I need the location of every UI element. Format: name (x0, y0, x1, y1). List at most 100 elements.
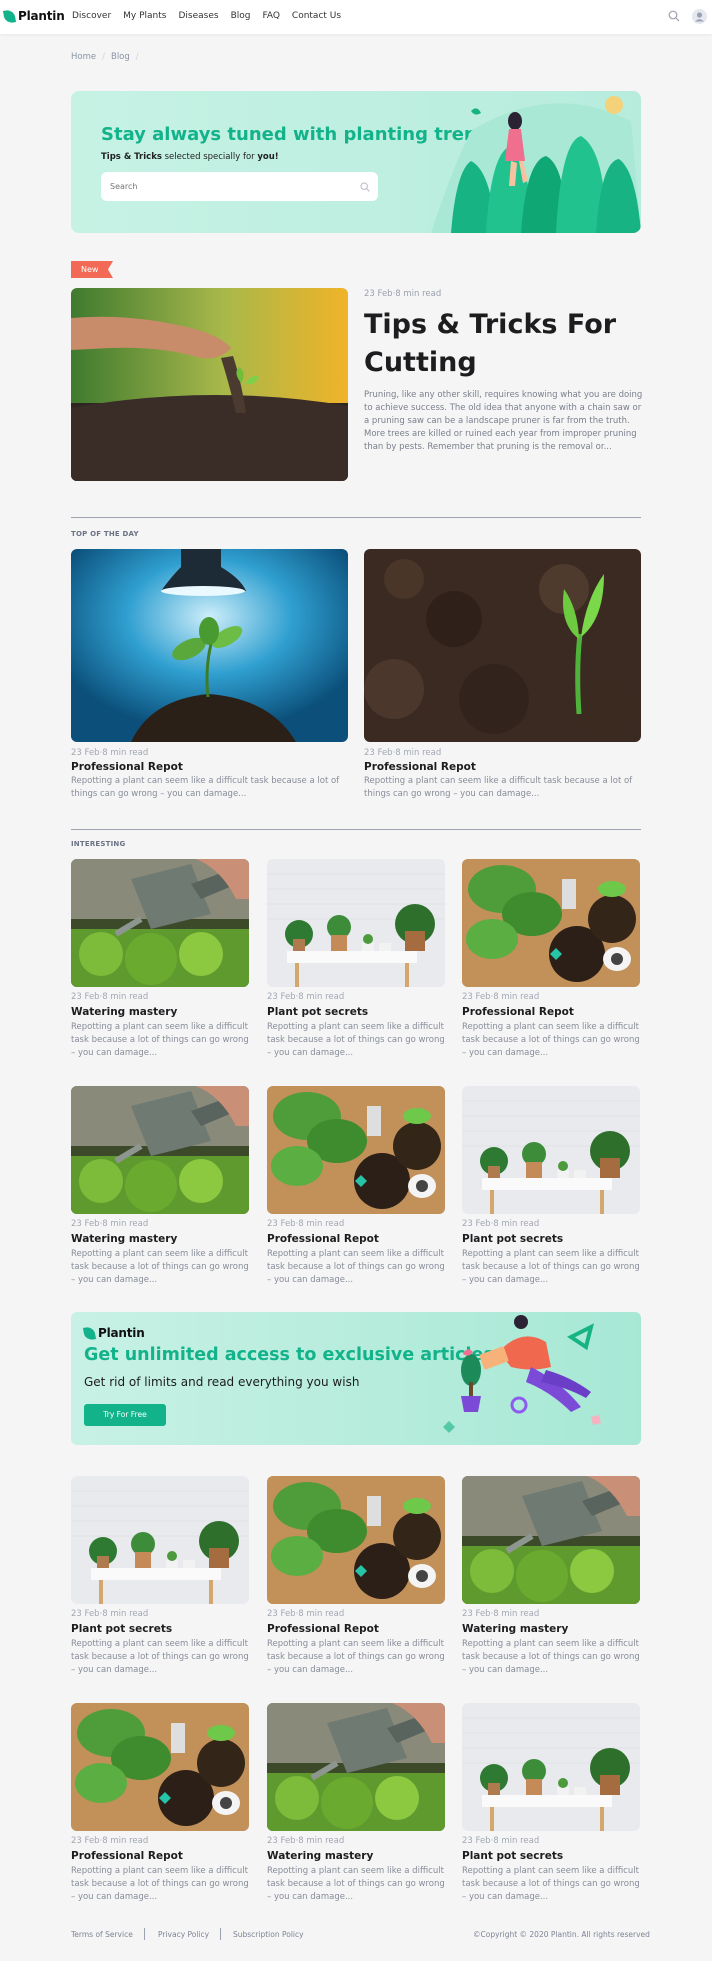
breadcrumb-separator: / (135, 52, 139, 62)
card-image[interactable] (364, 549, 641, 742)
footer-separator (220, 1928, 221, 1940)
nav-links: Discover My Plants Diseases Blog FAQ Con… (72, 11, 341, 21)
promo-logo-text: Plantin (98, 1326, 145, 1340)
card-meta: 23 Feb·8 min read (71, 992, 149, 1002)
card-excerpt: Repotting a plant can seem like a diffic… (71, 1866, 249, 1902)
user-avatar-icon[interactable] (692, 9, 707, 24)
promo-title: Get unlimited access to exclusive articl… (84, 1345, 494, 1365)
section-label-interesting: INTERESTING (71, 840, 126, 848)
card-excerpt: Repotting a plant can seem like a diffic… (364, 776, 633, 799)
nav-link-diseases[interactable]: Diseases (178, 11, 218, 21)
card-title[interactable]: Professional Repot (462, 1006, 642, 1018)
card-title[interactable]: Watering mastery (267, 1850, 447, 1862)
try-for-free-button[interactable]: Try For Free (84, 1404, 166, 1426)
card-excerpt: Repotting a plant can seem like a diffic… (267, 1866, 445, 1902)
card-title[interactable]: Plant pot secrets (462, 1233, 642, 1245)
card-image[interactable] (267, 1476, 445, 1604)
nav-link-faq[interactable]: FAQ (262, 11, 279, 21)
nav-link-discover[interactable]: Discover (72, 11, 111, 21)
featured-image[interactable] (71, 288, 348, 481)
card-title[interactable]: Professional Repot (71, 761, 183, 773)
hero-illustration (431, 96, 641, 233)
card-title[interactable]: Plant pot secrets (267, 1006, 447, 1018)
footer-separator (144, 1928, 145, 1940)
card-excerpt: Repotting a plant can seem like a diffic… (71, 1639, 249, 1675)
card-image[interactable] (462, 1086, 640, 1214)
promo-logo: Plantin (82, 1325, 145, 1341)
card-image[interactable] (462, 1476, 640, 1604)
card-image[interactable] (71, 1086, 249, 1214)
breadcrumb: Home / Blog / (71, 52, 139, 62)
new-badge: New (71, 261, 113, 278)
section-label-top-of-day: TOP OF THE DAY (71, 530, 139, 538)
card-meta: 23 Feb·8 min read (71, 1836, 149, 1846)
breadcrumb-home[interactable]: Home (71, 52, 96, 62)
top-navbar: Plantin Discover My Plants Diseases Blog… (0, 0, 712, 34)
card-title[interactable]: Professional Repot (71, 1850, 251, 1862)
hero-subtitle: Tips & Tricks selected specially for you… (101, 152, 279, 162)
card-excerpt: Repotting a plant can seem like a diffic… (267, 1022, 445, 1058)
featured-excerpt: Pruning, like any other skill, requires … (364, 390, 643, 452)
card-image[interactable] (71, 549, 348, 742)
search-icon[interactable] (668, 10, 680, 22)
card-excerpt: Repotting a plant can seem like a diffic… (462, 1639, 640, 1675)
card-image[interactable] (462, 1703, 640, 1831)
card-excerpt: Repotting a plant can seem like a diffic… (462, 1249, 640, 1285)
leaf-logo-icon (82, 1325, 97, 1341)
promo-banner: Plantin Get unlimited access to exclusiv… (71, 1312, 641, 1445)
card-image[interactable] (462, 859, 640, 987)
breadcrumb-separator: / (102, 52, 105, 62)
card-image[interactable] (267, 1086, 445, 1214)
card-meta: 23 Feb·8 min read (267, 992, 345, 1002)
card-title[interactable]: Plant pot secrets (71, 1623, 251, 1635)
nav-link-my-plants[interactable]: My Plants (123, 11, 166, 21)
nav-link-contact[interactable]: Contact Us (292, 11, 341, 21)
search-icon[interactable] (360, 182, 370, 192)
breadcrumb-blog[interactable]: Blog (111, 52, 130, 62)
card-title[interactable]: Professional Repot (364, 761, 476, 773)
footer-copyright: ©Copyright © 2020 Plantin. All rights re… (473, 1930, 650, 1939)
nav-link-blog[interactable]: Blog (231, 11, 251, 21)
card-meta: 23 Feb·8 min read (71, 748, 149, 758)
card-meta: 23 Feb·8 min read (462, 1836, 540, 1846)
card-excerpt: Repotting a plant can seem like a diffic… (71, 776, 340, 799)
hero-banner: Stay always tuned with planting trends T… (71, 91, 641, 233)
card-excerpt: Repotting a plant can seem like a diffic… (71, 1022, 249, 1058)
search-input[interactable] (101, 172, 378, 201)
card-meta: 23 Feb·8 min read (462, 1609, 540, 1619)
promo-subtitle: Get rid of limits and read everything yo… (84, 1375, 360, 1389)
section-divider (71, 829, 641, 830)
logo[interactable]: Plantin (2, 8, 65, 24)
card-excerpt: Repotting a plant can seem like a diffic… (462, 1866, 640, 1902)
card-meta: 23 Feb·8 min read (71, 1609, 149, 1619)
card-image[interactable] (71, 1703, 249, 1831)
footer-link-subscription[interactable]: Subscription Policy (233, 1930, 304, 1939)
card-image[interactable] (71, 859, 249, 987)
card-image[interactable] (267, 859, 445, 987)
card-title[interactable]: Watering mastery (71, 1233, 251, 1245)
card-meta: 23 Feb·8 min read (462, 1219, 540, 1229)
card-image[interactable] (71, 1476, 249, 1604)
card-image[interactable] (267, 1703, 445, 1831)
footer-link-privacy[interactable]: Privacy Policy (158, 1930, 209, 1939)
promo-illustration (443, 1315, 601, 1433)
card-meta: 23 Feb·8 min read (71, 1219, 149, 1229)
card-excerpt: Repotting a plant can seem like a diffic… (267, 1249, 445, 1285)
card-title[interactable]: Watering mastery (71, 1006, 251, 1018)
card-title[interactable]: Professional Repot (267, 1233, 447, 1245)
featured-meta: 23 Feb·8 min read (364, 289, 442, 299)
card-excerpt: Repotting a plant can seem like a diffic… (267, 1639, 445, 1675)
section-divider (71, 517, 641, 518)
featured-title[interactable]: Tips & Tricks For Cutting (364, 306, 624, 382)
card-title[interactable]: Professional Repot (267, 1623, 447, 1635)
card-meta: 23 Feb·8 min read (364, 748, 442, 758)
logo-text: Plantin (18, 9, 65, 23)
card-meta: 23 Feb·8 min read (267, 1609, 345, 1619)
footer-link-terms[interactable]: Terms of Service (71, 1930, 133, 1939)
card-title[interactable]: Watering mastery (462, 1623, 642, 1635)
card-meta: 23 Feb·8 min read (267, 1219, 345, 1229)
leaf-logo-icon (2, 8, 17, 24)
card-meta: 23 Feb·8 min read (267, 1836, 345, 1846)
card-title[interactable]: Plant pot secrets (462, 1850, 642, 1862)
card-excerpt: Repotting a plant can seem like a diffic… (71, 1249, 249, 1285)
